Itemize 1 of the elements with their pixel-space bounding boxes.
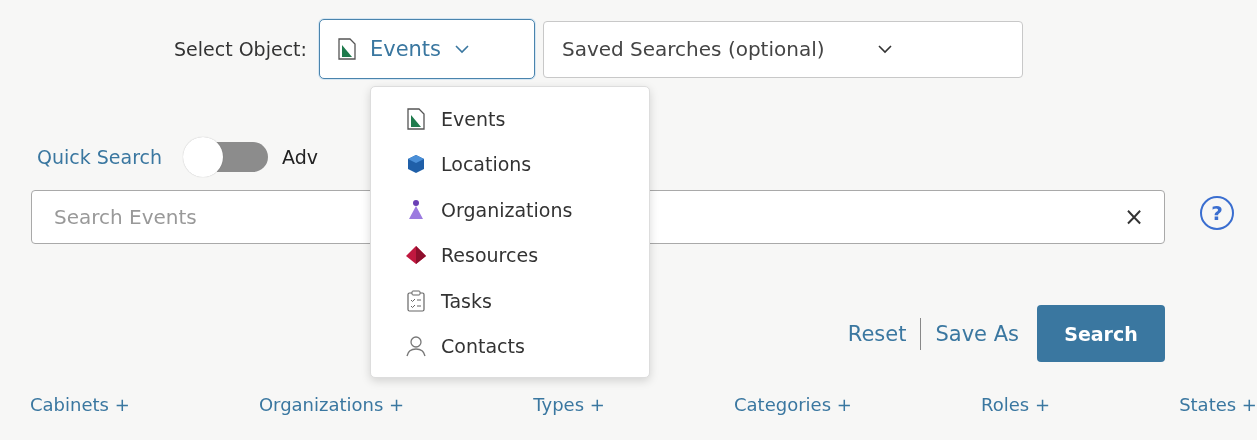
select-object-label: Select Object: xyxy=(174,38,307,60)
